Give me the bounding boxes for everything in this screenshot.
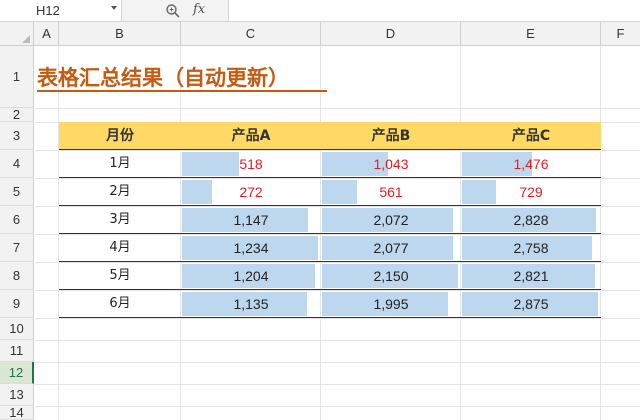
- row-header-1[interactable]: 1: [0, 46, 34, 108]
- cell-month[interactable]: 2月: [59, 178, 181, 206]
- column-header-b[interactable]: B: [59, 22, 181, 46]
- row-header-11[interactable]: 11: [0, 340, 34, 362]
- row-header-4[interactable]: 4: [0, 150, 34, 178]
- header-product-a[interactable]: 产品A: [181, 122, 321, 150]
- grid-line: [35, 406, 640, 407]
- chevron-down-icon[interactable]: [111, 6, 117, 10]
- cell-month[interactable]: 4月: [59, 234, 181, 262]
- cell-month[interactable]: 3月: [59, 206, 181, 234]
- magnifier-icon[interactable]: [165, 3, 181, 19]
- formula-input[interactable]: [229, 0, 640, 21]
- cell-product-c[interactable]: 2,875: [461, 290, 601, 318]
- table-row: 6月 1,135 1,995 2,875: [59, 290, 601, 318]
- table-row: 5月 1,204 2,150 2,821: [59, 262, 601, 290]
- select-all-icon: [22, 35, 30, 43]
- row-header-5[interactable]: 5: [0, 178, 34, 206]
- grid-line: [35, 362, 640, 363]
- cell-product-b[interactable]: 2,077: [321, 234, 461, 262]
- cell-product-c[interactable]: 2,758: [461, 234, 601, 262]
- row-header-10[interactable]: 10: [0, 318, 34, 340]
- cell-product-a[interactable]: 1,147: [181, 206, 321, 234]
- cell-product-c[interactable]: 2,828: [461, 206, 601, 234]
- grid-line: [35, 108, 640, 109]
- grid-line: [35, 340, 640, 341]
- row-header-13[interactable]: 13: [0, 384, 34, 406]
- row-header-6[interactable]: 6: [0, 206, 34, 234]
- cell-product-a[interactable]: 518: [181, 150, 321, 178]
- cell-month[interactable]: 1月: [59, 150, 181, 178]
- row-header-8[interactable]: 8: [0, 262, 34, 290]
- cell-month[interactable]: 6月: [59, 290, 181, 318]
- cell-product-b[interactable]: 561: [321, 178, 461, 206]
- cell-product-c[interactable]: 2,821: [461, 262, 601, 290]
- cell-product-b[interactable]: 1,995: [321, 290, 461, 318]
- cell-product-b[interactable]: 2,072: [321, 206, 461, 234]
- table-row: 4月 1,234 2,077 2,758: [59, 234, 601, 262]
- cell-product-a[interactable]: 1,135: [181, 290, 321, 318]
- column-header-e[interactable]: E: [461, 22, 601, 46]
- name-box[interactable]: H12: [0, 0, 122, 21]
- title-underline: [37, 90, 327, 92]
- page-title[interactable]: 表格汇总结果（自动更新）: [37, 62, 289, 92]
- header-product-b[interactable]: 产品B: [321, 122, 461, 150]
- table-header: 月份 产品A 产品B 产品C: [59, 122, 601, 150]
- cell-product-a[interactable]: 1,234: [181, 234, 321, 262]
- row-header-3[interactable]: 3: [0, 122, 34, 150]
- row-header-12[interactable]: 12: [0, 362, 34, 384]
- cell-month[interactable]: 5月: [59, 262, 181, 290]
- cell-product-c[interactable]: 1,476: [461, 150, 601, 178]
- header-month[interactable]: 月份: [59, 122, 181, 150]
- row-header-14[interactable]: 14: [0, 405, 34, 420]
- row-header-2[interactable]: 2: [0, 107, 34, 122]
- grid-line: [35, 384, 640, 385]
- table-row: 1月 518 1,043 1,476: [59, 150, 601, 178]
- cell-product-c[interactable]: 729: [461, 178, 601, 206]
- cell-product-a[interactable]: 272: [181, 178, 321, 206]
- column-header-c[interactable]: C: [181, 22, 321, 46]
- column-header-bar: A B C D E F: [0, 22, 640, 46]
- cell-product-a[interactable]: 1,204: [181, 262, 321, 290]
- function-icon[interactable]: fx: [193, 2, 205, 17]
- name-box-value: H12: [36, 3, 60, 18]
- table-row: 2月 272 561 729: [59, 178, 601, 206]
- column-header-f[interactable]: F: [601, 22, 640, 46]
- column-header-a[interactable]: A: [35, 22, 59, 46]
- formula-bar: H12 fx: [0, 0, 640, 22]
- cell-product-b[interactable]: 1,043: [321, 150, 461, 178]
- grid-line: [35, 318, 640, 319]
- select-all-corner[interactable]: [0, 22, 34, 46]
- header-product-c[interactable]: 产品C: [461, 122, 601, 150]
- table-row: 3月 1,147 2,072 2,828: [59, 206, 601, 234]
- row-header-7[interactable]: 7: [0, 234, 34, 262]
- column-header-d[interactable]: D: [321, 22, 461, 46]
- cell-product-b[interactable]: 2,150: [321, 262, 461, 290]
- row-header-9[interactable]: 9: [0, 290, 34, 318]
